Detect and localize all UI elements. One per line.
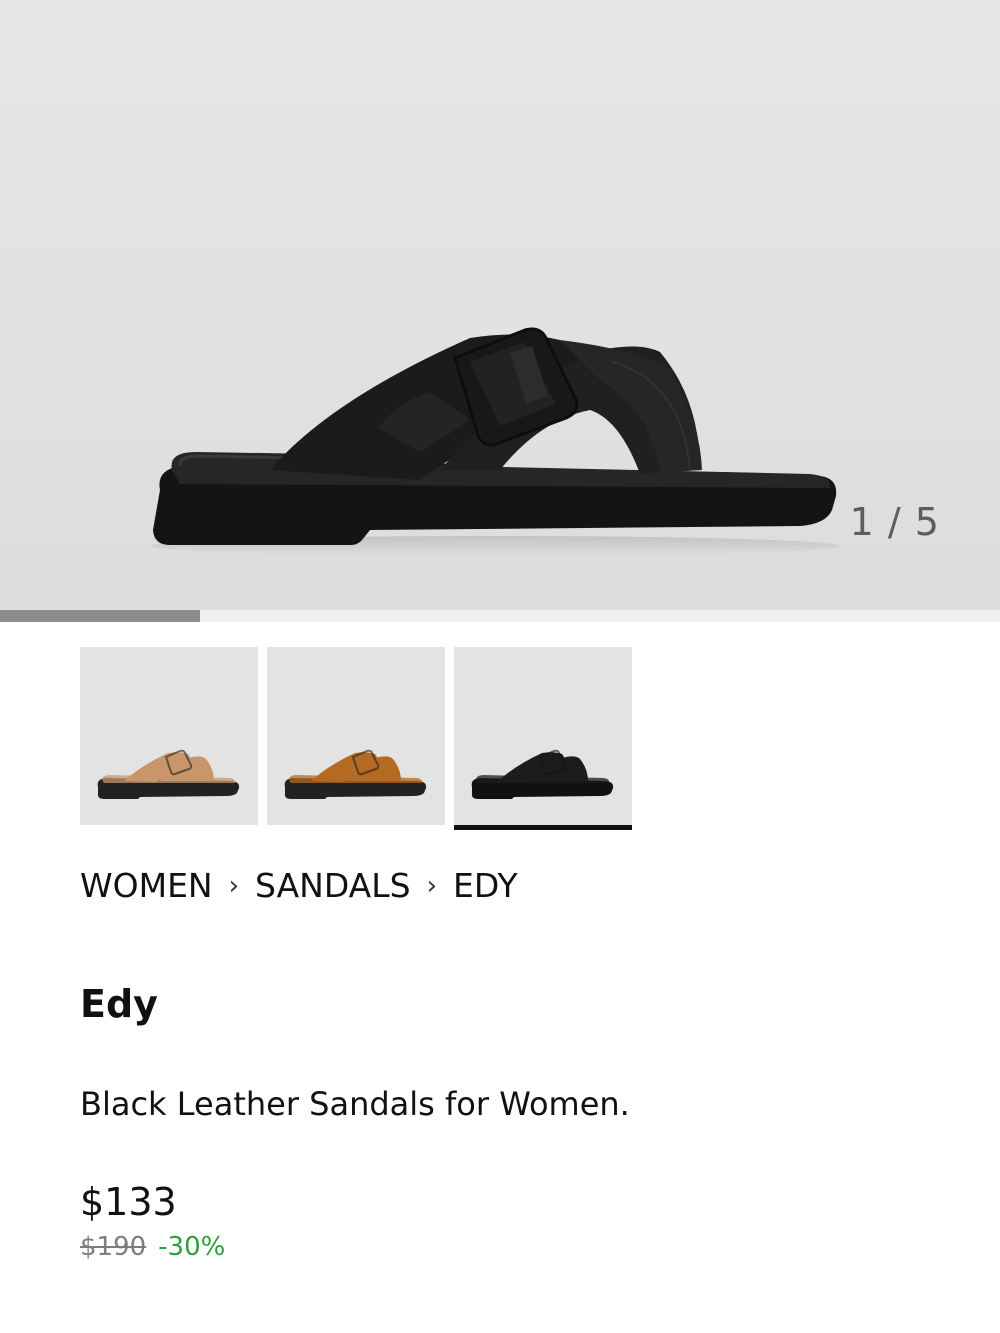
product-title: Edy <box>80 982 158 1026</box>
chevron-right-icon: › <box>228 870 240 901</box>
gallery-progress-bar <box>0 610 1000 622</box>
original-price: $190 <box>80 1232 147 1262</box>
product-description: Black Leather Sandals for Women. <box>80 1085 630 1123</box>
product-image-gallery[interactable]: 1 / 5 <box>0 0 1000 610</box>
sandal-thumbnail-image <box>97 749 240 799</box>
product-page: 1 / 5 WOMEN › SANDALS › EDY Edy Black Le… <box>0 0 1000 1333</box>
sandal-thumbnail-image <box>471 749 614 799</box>
sandal-thumbnail-image <box>284 749 427 799</box>
gallery-progress-fill <box>0 610 200 622</box>
color-thumbnails <box>80 647 632 830</box>
thumb-color-black[interactable] <box>454 647 632 830</box>
gallery-counter: 1 / 5 <box>849 500 940 544</box>
discount-badge: -30% <box>158 1232 226 1262</box>
thumb-color-brown[interactable] <box>267 647 445 825</box>
thumb-color-beige[interactable] <box>80 647 258 825</box>
breadcrumb: WOMEN › SANDALS › EDY <box>80 866 518 905</box>
chevron-right-icon: › <box>426 870 437 901</box>
price-details: $190 -30% <box>80 1232 225 1262</box>
breadcrumb-sandals[interactable]: SANDALS <box>255 866 411 905</box>
breadcrumb-edy[interactable]: EDY <box>453 866 518 905</box>
product-price: $133 <box>80 1180 177 1224</box>
breadcrumb-women[interactable]: WOMEN <box>80 866 213 905</box>
